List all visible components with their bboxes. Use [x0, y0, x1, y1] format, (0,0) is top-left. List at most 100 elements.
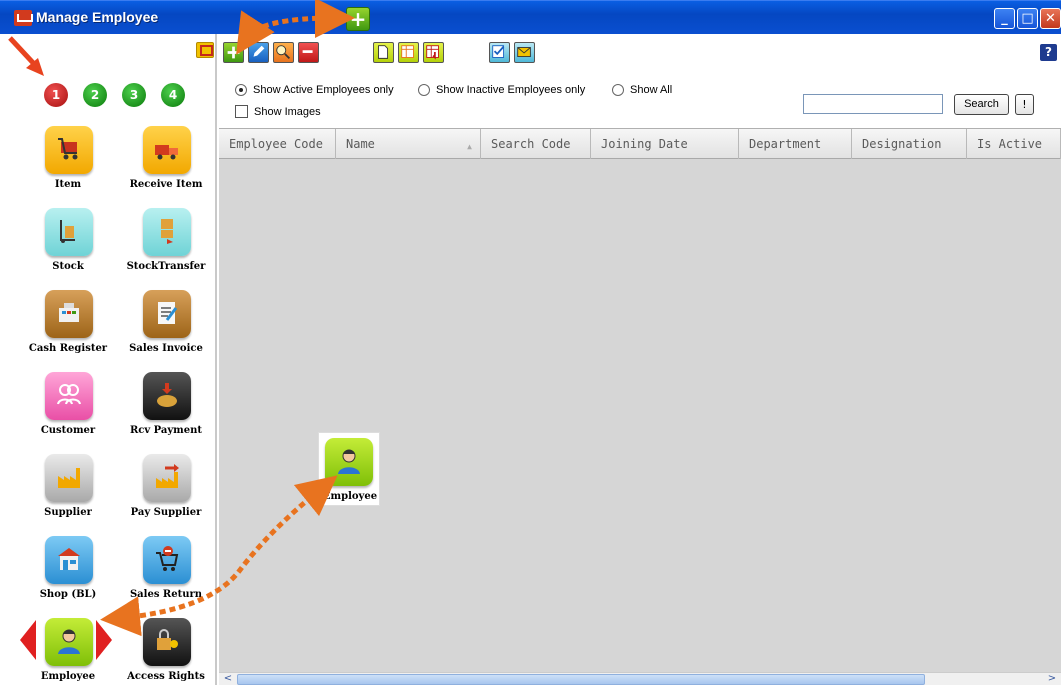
box-transfer-icon [143, 208, 191, 256]
horizontal-scrollbar[interactable]: < > [219, 672, 1061, 685]
filter-bar: Show Active Employees only Show Inactive… [219, 74, 1061, 128]
module-label: StockTransfer [126, 261, 206, 272]
column-label: Name [346, 137, 375, 151]
table-view-icon[interactable] [398, 42, 419, 63]
money-bag-icon [143, 372, 191, 420]
sidebar-item-receive-item[interactable]: Receive Item [118, 126, 214, 206]
close-button[interactable]: ✕ [1040, 8, 1061, 29]
invoice-icon [143, 290, 191, 338]
sidebar-item-sales-invoice[interactable]: Sales Invoice [118, 290, 214, 370]
module-label: Shop (BL) [39, 589, 97, 600]
title-bar[interactable]: Manage Employee + _ □ ✕ [0, 0, 1061, 34]
grid-header: Employee Code Name ▲ Search Code Joining… [219, 129, 1061, 159]
radio-label: Show All [630, 84, 673, 96]
add-icon[interactable] [223, 42, 244, 63]
toggle-panel-icon[interactable] [196, 42, 214, 58]
edit-icon[interactable] [248, 42, 269, 63]
column-header-employee-code[interactable]: Employee Code [219, 129, 336, 159]
radio-dot [612, 84, 624, 96]
main-toolbar [219, 34, 1061, 74]
column-header-search-code[interactable]: Search Code [481, 129, 591, 159]
sidebar: 1 2 3 4 Item Receive Item Stock StockTra… [0, 34, 217, 685]
show-images-checkbox[interactable]: Show Images [235, 105, 321, 118]
radio-label: Show Active Employees only [253, 84, 394, 96]
sidebar-item-stock[interactable]: Stock [20, 208, 116, 288]
sidebar-item-access-rights[interactable]: Access Rights [118, 618, 214, 698]
window-title: Manage Employee [36, 9, 159, 25]
cash-register-icon [45, 290, 93, 338]
page-1-button[interactable]: 1 [44, 83, 68, 107]
sidebar-item-supplier[interactable]: Supplier [20, 454, 116, 534]
search-button[interactable]: Search [954, 94, 1009, 115]
export-table-icon[interactable] [423, 42, 444, 63]
checklist-icon[interactable] [489, 42, 510, 63]
cart-app-icon [14, 10, 33, 26]
minimize-button[interactable]: _ [994, 8, 1015, 29]
module-label: Rcv Payment [129, 425, 203, 436]
employee-grid[interactable]: Employee Code Name ▲ Search Code Joining… [219, 128, 1061, 674]
add-new-button-highlight[interactable]: + [346, 7, 370, 31]
floating-employee-tile[interactable]: Employee [318, 432, 380, 506]
hand-truck-icon [45, 208, 93, 256]
scroll-left-icon[interactable]: < [221, 673, 235, 686]
sidebar-item-stocktransfer[interactable]: StockTransfer [118, 208, 214, 288]
email-icon[interactable] [514, 42, 535, 63]
manage-employee-window: Manage Employee + _ □ ✕ 1 2 3 4 Item Rec… [0, 0, 1061, 685]
column-header-is-active[interactable]: Is Active [967, 129, 1061, 159]
customers-icon [45, 372, 93, 420]
radio-dot [418, 84, 430, 96]
truck-icon [143, 126, 191, 174]
radio-label: Show Inactive Employees only [436, 84, 586, 96]
scroll-right-icon[interactable]: > [1045, 673, 1059, 686]
column-header-department[interactable]: Department [739, 129, 852, 159]
employee-icon [325, 438, 373, 486]
module-label: Stock [52, 261, 84, 272]
key-lock-icon [143, 618, 191, 666]
column-header-joining-date[interactable]: Joining Date [591, 129, 739, 159]
radio-show-all[interactable]: Show All [612, 84, 672, 96]
sidebar-item-shop-bl[interactable]: Shop (BL) [20, 536, 116, 616]
module-label: Pay Supplier [130, 507, 202, 518]
delete-icon[interactable] [298, 42, 319, 63]
checkbox-box [235, 105, 248, 118]
search-input[interactable] [803, 94, 943, 114]
column-header-name[interactable]: Name ▲ [336, 129, 481, 159]
module-label: Employee [40, 671, 96, 682]
floating-tile-label: Employee [322, 491, 378, 502]
shop-icon [45, 536, 93, 584]
checkbox-label: Show Images [254, 105, 321, 118]
sidebar-item-rcv-payment[interactable]: Rcv Payment [118, 372, 214, 452]
help-button[interactable]: ? [1040, 44, 1057, 61]
radio-active-only[interactable]: Show Active Employees only [235, 84, 394, 96]
module-label: Cash Register [28, 343, 108, 354]
factory-icon [45, 454, 93, 502]
module-label: Item [54, 179, 82, 190]
factory-payment-icon [143, 454, 191, 502]
search-icon[interactable] [273, 42, 294, 63]
cart-return-icon [143, 536, 191, 584]
scroll-thumb[interactable] [237, 674, 925, 685]
module-label: Sales Invoice [129, 343, 203, 354]
radio-dot-checked [235, 84, 247, 96]
module-label: Customer [40, 425, 96, 436]
sidebar-item-customer[interactable]: Customer [20, 372, 116, 452]
module-label: Sales Return [129, 589, 203, 600]
sidebar-item-cash-register[interactable]: Cash Register [20, 290, 116, 370]
sidebar-item-pay-supplier[interactable]: Pay Supplier [118, 454, 214, 534]
page-4-button[interactable]: 4 [161, 83, 185, 107]
module-label: Receive Item [129, 179, 203, 190]
module-label: Access Rights [127, 671, 205, 682]
radio-inactive-only[interactable]: Show Inactive Employees only [418, 84, 585, 96]
sidebar-item-employee[interactable]: Employee [20, 618, 116, 698]
page-2-button[interactable]: 2 [83, 83, 107, 107]
module-label: Supplier [44, 507, 92, 518]
maximize-button[interactable]: □ [1017, 8, 1038, 29]
column-header-designation[interactable]: Designation [852, 129, 967, 159]
shopping-cart-icon [45, 126, 93, 174]
sidebar-item-item[interactable]: Item [20, 126, 116, 206]
page-3-button[interactable]: 3 [122, 83, 146, 107]
advanced-search-button[interactable]: ! [1015, 94, 1034, 115]
sidebar-item-sales-return[interactable]: Sales Return [118, 536, 214, 616]
new-document-icon[interactable] [373, 42, 394, 63]
employee-icon [45, 618, 93, 666]
